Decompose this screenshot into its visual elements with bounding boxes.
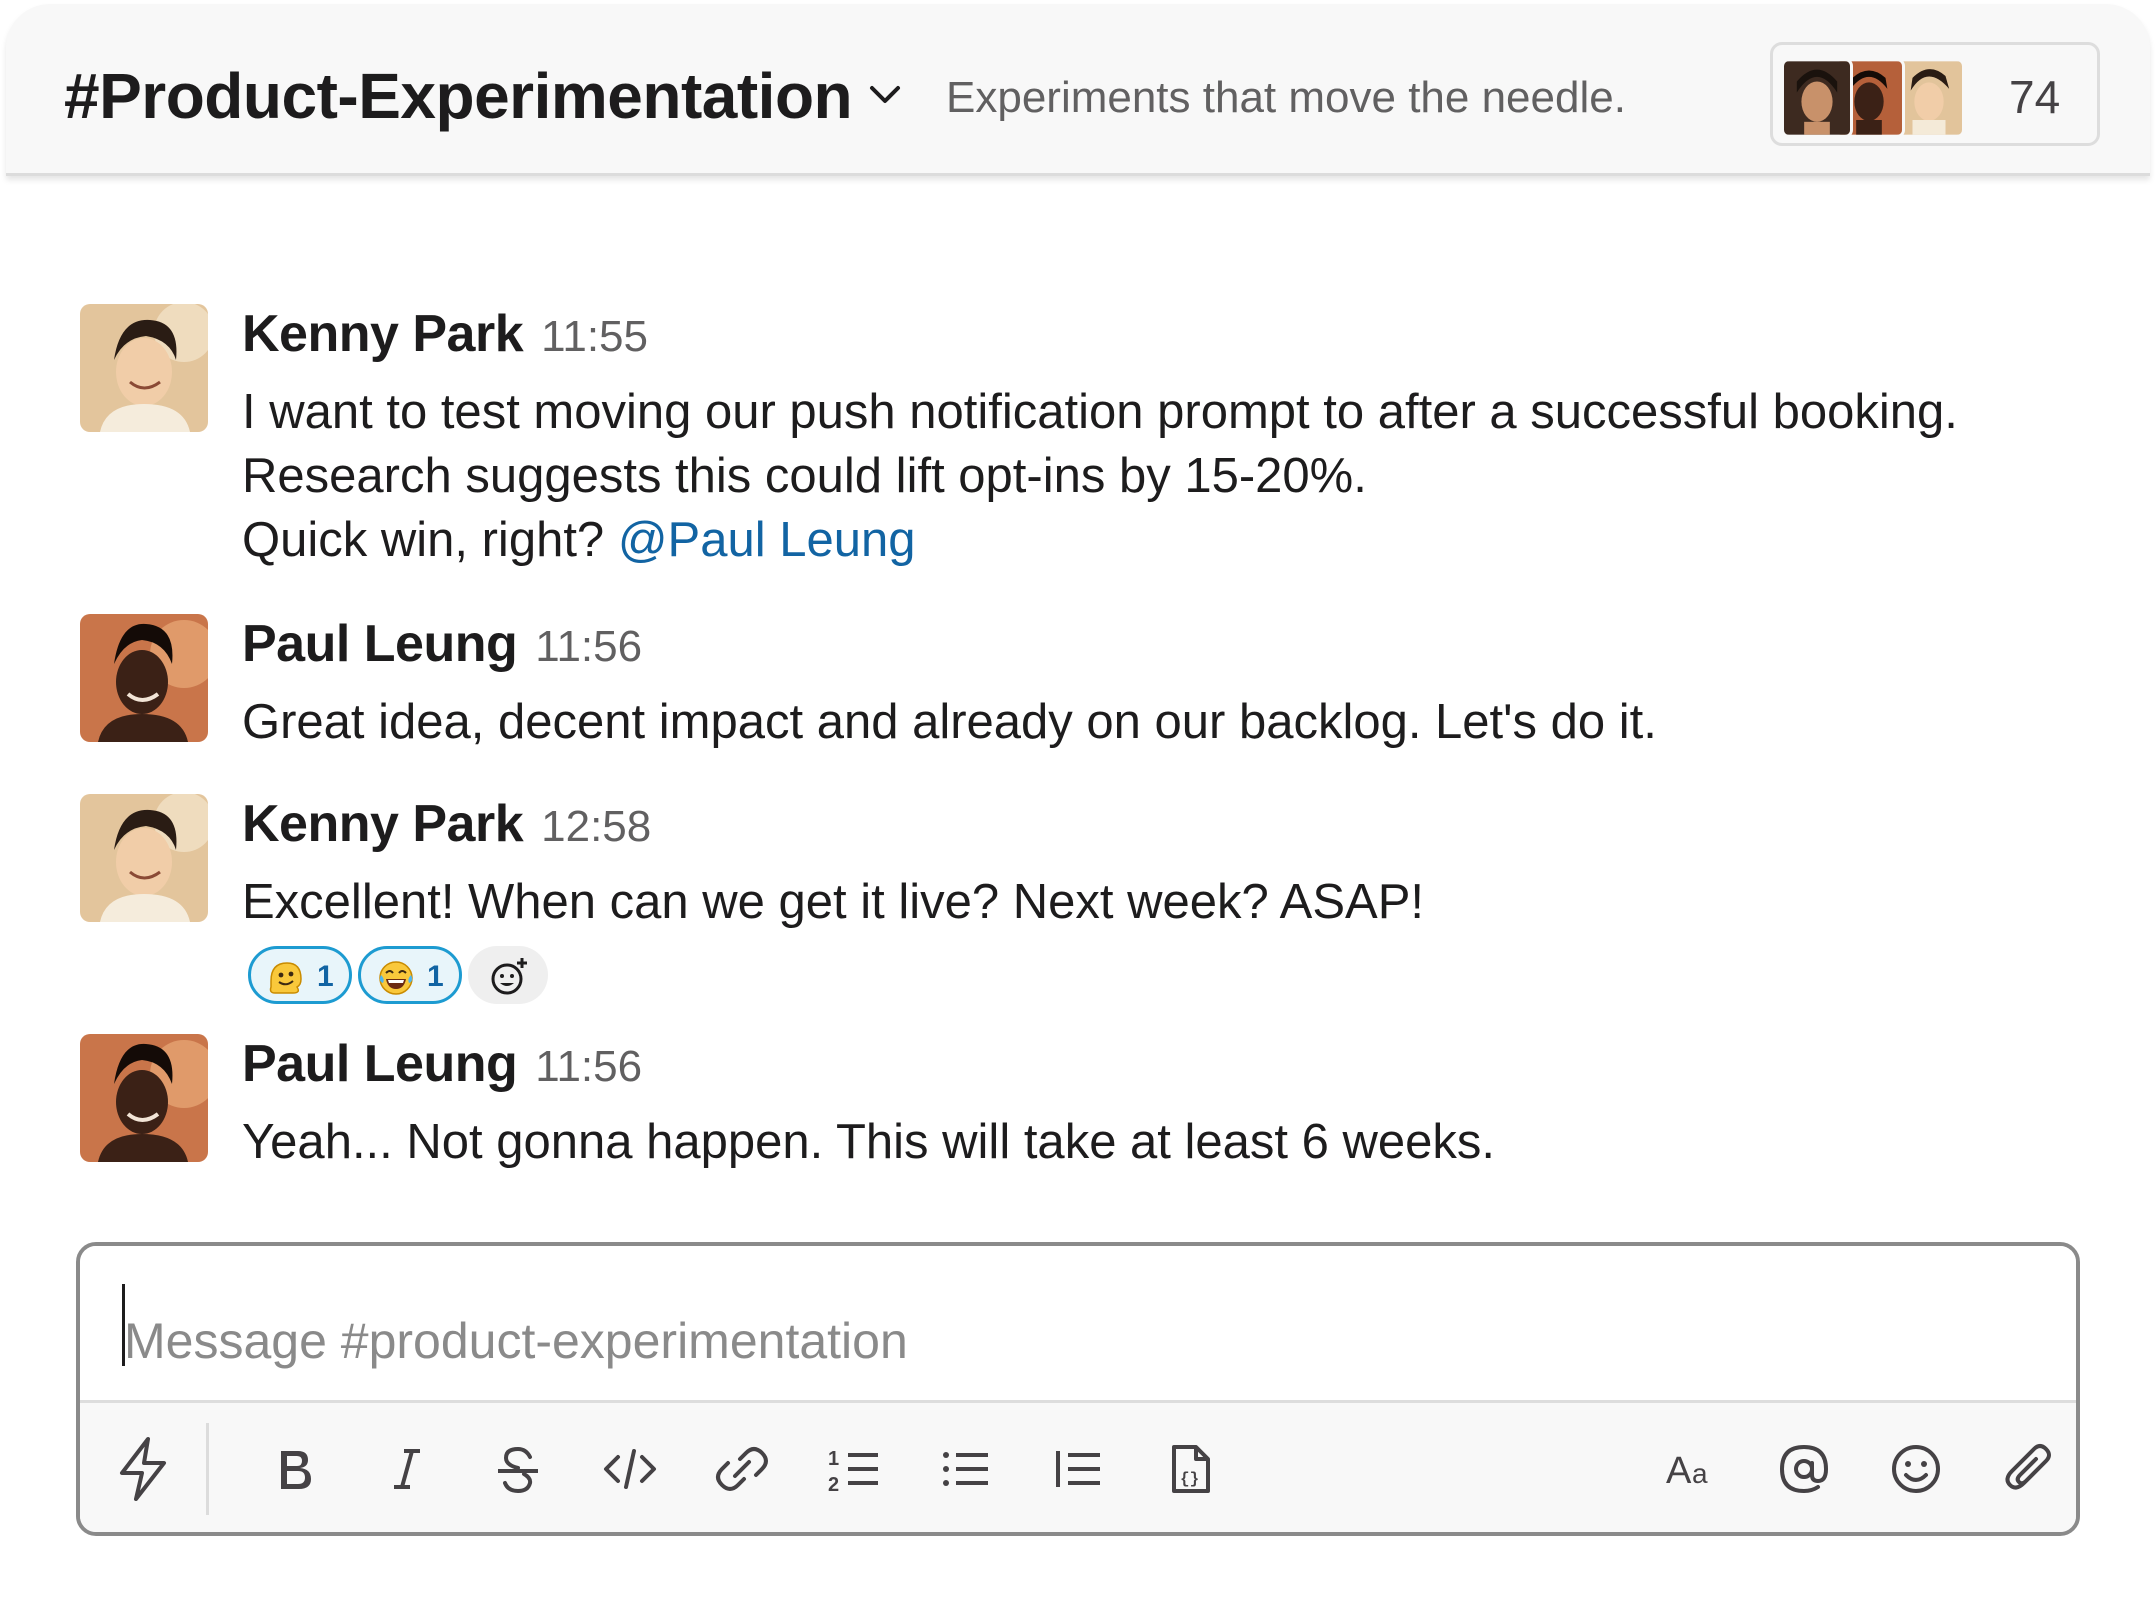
mention-button[interactable] <box>1764 1429 1844 1509</box>
chevron-down-icon[interactable] <box>866 80 904 110</box>
formatting-toolbar: 12 {} Aa <box>80 1400 2076 1532</box>
strikethrough-icon <box>498 1446 538 1494</box>
message-line: Research suggests this could lift opt-in… <box>242 449 1367 503</box>
message-line: Great idea, decent impact and already on… <box>242 695 1657 749</box>
channel-header: #Product-Experimentation Experiments tha… <box>6 4 2150 176</box>
text-caret <box>122 1284 125 1366</box>
formatting-icon: Aa <box>1666 1450 1708 1492</box>
ordered-list-icon: 12 <box>828 1448 878 1496</box>
joy-face-icon <box>379 961 413 995</box>
lightning-icon <box>120 1437 166 1501</box>
avatar[interactable] <box>80 794 208 922</box>
code-button[interactable] <box>590 1429 670 1509</box>
bold-icon <box>281 1451 311 1489</box>
add-emoji-icon <box>491 958 527 995</box>
shortcuts-button[interactable] <box>104 1429 184 1509</box>
mention-icon <box>1779 1444 1829 1494</box>
message-text: Excellent! When can we get it live? Next… <box>242 870 1424 934</box>
svg-text:a: a <box>1692 1458 1708 1489</box>
code-block-icon: {} <box>1172 1445 1210 1493</box>
message-line: Quick win, right? @Paul Leung <box>242 508 1958 572</box>
blockquote-icon <box>1056 1451 1100 1487</box>
message-header: Paul Leung 11:56 <box>242 614 642 684</box>
melting-face-icon <box>269 962 302 994</box>
link-icon <box>716 1447 768 1491</box>
italic-icon <box>394 1449 420 1489</box>
strikethrough-button[interactable] <box>478 1429 558 1509</box>
svg-text:2: 2 <box>828 1474 839 1496</box>
channel-name[interactable]: #Product-Experimentation <box>64 56 853 136</box>
message-composer: 12 {} Aa <box>76 1242 2080 1536</box>
formatting-button[interactable]: Aa <box>1652 1429 1732 1509</box>
message-line: Yeah... Not gonna happen. This will take… <box>242 1115 1496 1169</box>
code-block-button[interactable]: {} <box>1150 1429 1230 1509</box>
svg-text:A: A <box>1666 1450 1692 1492</box>
code-icon <box>604 1449 656 1489</box>
author-name[interactable]: Kenny Park <box>242 795 524 853</box>
bulleted-list-button[interactable] <box>926 1429 1006 1509</box>
ordered-list-button[interactable]: 12 <box>814 1429 894 1509</box>
reaction-joy-face[interactable]: 1 <box>358 946 462 1004</box>
author-name[interactable]: Paul Leung <box>242 615 518 673</box>
reaction-count: 1 <box>317 960 334 993</box>
reaction-count: 1 <box>427 960 444 993</box>
toolbar-divider <box>206 1423 209 1515</box>
blockquote-button[interactable] <box>1038 1429 1118 1509</box>
author-name[interactable]: Paul Leung <box>242 1035 518 1093</box>
member-avatar <box>1781 58 1853 138</box>
reaction-melting-face[interactable]: 1 <box>248 946 352 1004</box>
message-text: Great idea, decent impact and already on… <box>242 690 1657 754</box>
bold-button[interactable] <box>254 1429 334 1509</box>
attach-button[interactable] <box>1988 1429 2068 1509</box>
timestamp[interactable]: 11:56 <box>535 622 642 671</box>
italic-button[interactable] <box>366 1429 446 1509</box>
message-line-text: Quick win, right? <box>242 513 618 567</box>
attachment-icon <box>2005 1444 2051 1490</box>
channel-topic: Experiments that move the needle. <box>946 73 1626 122</box>
timestamp[interactable]: 11:55 <box>541 312 648 361</box>
add-reaction-button[interactable] <box>468 946 548 1004</box>
message-line: I want to test moving our push notificat… <box>242 385 1958 439</box>
member-count: 74 <box>2009 71 2061 123</box>
bulleted-list-icon <box>943 1452 988 1486</box>
svg-text:1: 1 <box>828 1448 839 1470</box>
emoji-icon <box>1892 1445 1940 1493</box>
avatar[interactable] <box>80 304 208 432</box>
members-button[interactable]: 74 <box>1770 42 2100 146</box>
avatar[interactable] <box>80 1034 208 1162</box>
message-header: Paul Leung 11:56 <box>242 1034 642 1104</box>
message-input[interactable] <box>80 1246 2076 1400</box>
message-text: I want to test moving our push notificat… <box>242 380 1958 572</box>
message-header: Kenny Park 11:55 <box>242 304 648 374</box>
svg-text:{}: {} <box>1180 1470 1199 1488</box>
message-header: Kenny Park 12:58 <box>242 794 651 864</box>
message-line: Excellent! When can we get it live? Next… <box>242 875 1425 929</box>
link-button[interactable] <box>702 1429 782 1509</box>
avatar[interactable] <box>80 614 208 742</box>
message-text: Yeah... Not gonna happen. This will take… <box>242 1110 1495 1174</box>
emoji-button[interactable] <box>1876 1429 1956 1509</box>
timestamp[interactable]: 12:58 <box>541 802 651 851</box>
author-name[interactable]: Kenny Park <box>242 305 524 363</box>
user-mention[interactable]: @Paul Leung <box>618 513 916 567</box>
timestamp[interactable]: 11:56 <box>535 1042 642 1091</box>
